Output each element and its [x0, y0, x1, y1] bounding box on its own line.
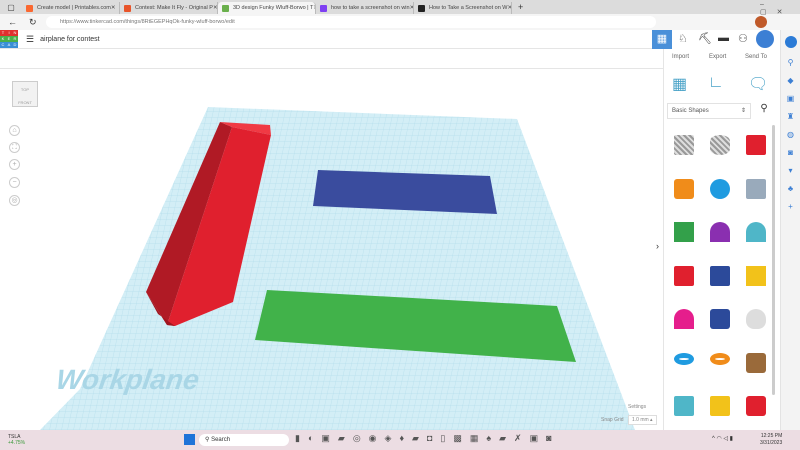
browser-tab-bar: ▢ Create model | Printables.com ✕ Contest:…: [0, 0, 800, 14]
shape-wedge[interactable]: [746, 352, 766, 373]
tray-icons[interactable]: ^ ◠ ◁ ▮: [712, 435, 733, 442]
tab-title: Contest: Make It Fly - Original P: [135, 5, 213, 11]
close-tab-icon[interactable]: ✕: [507, 5, 511, 11]
send-to-button[interactable]: Send To: [745, 54, 767, 60]
shape-box[interactable]: [746, 135, 766, 155]
shape-tube[interactable]: [710, 352, 730, 365]
panel-scrollbar[interactable]: [772, 125, 775, 395]
browser-tab[interactable]: 3D design Funky Wluff-Borwo | T✕: [218, 2, 316, 14]
design-title[interactable]: airplane for contest: [40, 36, 100, 43]
shape-scribble[interactable]: [746, 178, 766, 199]
taskbar-apps[interactable]: ▮◐▣▰◎◉◈♦▰◘▯▩▦♠▰✗▣◙: [295, 433, 560, 444]
shape-round-roof[interactable]: [746, 222, 766, 242]
pickaxe-icon[interactable]: ⛏: [698, 32, 712, 45]
collapse-panel-icon[interactable]: ›: [656, 241, 659, 251]
edit-toolbar: ❐ 📋 ❏ ▯ ↶ ↷ ◉ ⚲ ❒ ❒ ≡ ⧗: [0, 49, 663, 113]
perspective-icon[interactable]: ◎: [9, 195, 20, 206]
clock[interactable]: 12:25 PM 3/31/2023: [760, 433, 782, 447]
browser-tab[interactable]: Create model | Printables.com ✕: [22, 2, 120, 14]
shape-pyramid[interactable]: [746, 265, 766, 286]
browser-tab[interactable]: Contest: Make It Fly - Original P ✕: [120, 2, 218, 14]
browser-tab[interactable]: How to Take a Screenshot on W ✕: [414, 2, 512, 14]
zoom-out-icon[interactable]: −: [9, 177, 20, 188]
tab-title: how to take a screenshot on win: [331, 5, 410, 11]
tab-favicon: [26, 4, 33, 12]
tab-favicon: [320, 4, 327, 12]
close-tab-icon[interactable]: ✕: [213, 5, 217, 11]
bing-icon[interactable]: [785, 36, 797, 48]
ruler-icon[interactable]: ∟: [708, 74, 724, 92]
shape-torus[interactable]: [674, 352, 694, 365]
shape-box-hole[interactable]: [674, 135, 694, 155]
shape-category-select[interactable]: Basic Shapes ⇕: [667, 103, 751, 119]
lego-brick-icon[interactable]: ▬: [718, 32, 729, 44]
url-input[interactable]: https://www.tinkercad.com/things/8RtEGEP…: [46, 16, 656, 28]
3d-viewport[interactable]: Workplane TOP FRONT ⌂ ⛶ + − ◎ Settings S…: [0, 69, 663, 430]
tab-title: 3D design Funky Wluff-Borwo | T: [233, 5, 314, 11]
invite-user-icon[interactable]: ⚇: [738, 32, 748, 45]
start-icon[interactable]: [184, 434, 195, 445]
shape-cylinder[interactable]: [674, 178, 694, 199]
shape-polyhedron[interactable]: [746, 396, 766, 416]
tab-actions-icon[interactable]: ▢: [0, 3, 22, 12]
menu-icon[interactable]: ☰: [26, 34, 34, 45]
shape-cylinder-hole[interactable]: [710, 135, 730, 155]
workplane-tool-icon[interactable]: ▦: [672, 74, 687, 94]
search-icon[interactable]: ⚲: [755, 103, 773, 119]
home-view-icon[interactable]: ⌂: [9, 125, 20, 136]
window-controls[interactable]: –▢✕: [760, 1, 800, 16]
stock-widget[interactable]: TSLA +4.75%: [8, 434, 25, 446]
view-cube-front[interactable]: FRONT: [13, 100, 37, 105]
import-button[interactable]: Import: [672, 54, 689, 60]
refresh-icon[interactable]: ↻: [29, 17, 37, 28]
taskbar-search[interactable]: ⚲ Search: [199, 434, 289, 446]
settings-link[interactable]: Settings: [628, 404, 646, 410]
shape-star[interactable]: [674, 396, 694, 416]
tab-title: How to Take a Screenshot on W: [429, 5, 508, 11]
snap-grid-label: Snap Grid: [601, 417, 624, 423]
browser-tab[interactable]: how to take a screenshot on win ✕: [316, 2, 414, 14]
shape-roof[interactable]: [674, 222, 694, 242]
notes-icon[interactable]: 🗨: [748, 74, 768, 94]
user-avatar[interactable]: [756, 30, 774, 48]
tab-title: Create model | Printables.com: [37, 5, 111, 11]
workplane-canvas[interactable]: Workplane: [0, 69, 663, 430]
view-cube[interactable]: TOP FRONT: [12, 81, 38, 107]
back-icon[interactable]: ←: [8, 17, 17, 27]
tab-favicon: [418, 4, 425, 12]
fit-view-icon[interactable]: ⛶: [9, 142, 20, 153]
shape-half-sphere-box[interactable]: [710, 265, 730, 286]
shape-hexagonal-prism[interactable]: [710, 309, 730, 329]
zoom-in-icon[interactable]: +: [9, 159, 20, 170]
profile-avatar[interactable]: [755, 16, 767, 28]
shape-sphere[interactable]: [710, 178, 730, 199]
tab-favicon: [222, 4, 229, 12]
tinkercad-logo[interactable]: TINKERCAD: [0, 30, 18, 48]
close-tab-icon[interactable]: ✕: [111, 5, 116, 11]
shape-cone[interactable]: [710, 222, 730, 242]
shape-paraboloid[interactable]: [674, 309, 694, 329]
3d-view-grid-icon[interactable]: ▦: [652, 30, 672, 49]
export-button[interactable]: Export: [709, 54, 726, 60]
url-text: https://www.tinkercad.com/things/8RtEGEP…: [60, 19, 235, 25]
sidebar-apps[interactable]: ⚲ ◆ ▣ ♜ ◍ ◙ ▾ ♣ +: [781, 54, 800, 216]
shapes-panel: Import Export Send To ▦ ∟ 🗨 Basic Shapes…: [663, 49, 780, 430]
new-tab-button[interactable]: +: [518, 2, 523, 12]
taskbar: TSLA +4.75% ⚲ Search ▮◐▣▰◎◉◈♦▰◘▯▩▦♠▰✗▣◙ ^…: [0, 430, 800, 450]
tab-favicon: [124, 4, 131, 12]
shape-text[interactable]: [674, 265, 694, 286]
view-cube-top[interactable]: TOP: [13, 87, 37, 92]
shape-heart-star[interactable]: [710, 396, 730, 416]
browser-sidebar: ⚲ ◆ ▣ ♜ ◍ ◙ ▾ ♣ +: [780, 30, 800, 430]
shape-cone-round[interactable]: [746, 309, 766, 329]
snap-grid-select[interactable]: 1.0 mm ▴: [628, 415, 657, 425]
blocks-icon[interactable]: ♘: [678, 32, 688, 45]
app-header: ☰ airplane for contest: [0, 30, 660, 49]
workplane-label: Workplane: [54, 364, 201, 395]
header-right-tools: ▦ ♘ ⛏ ▬ ⚇: [650, 30, 780, 49]
